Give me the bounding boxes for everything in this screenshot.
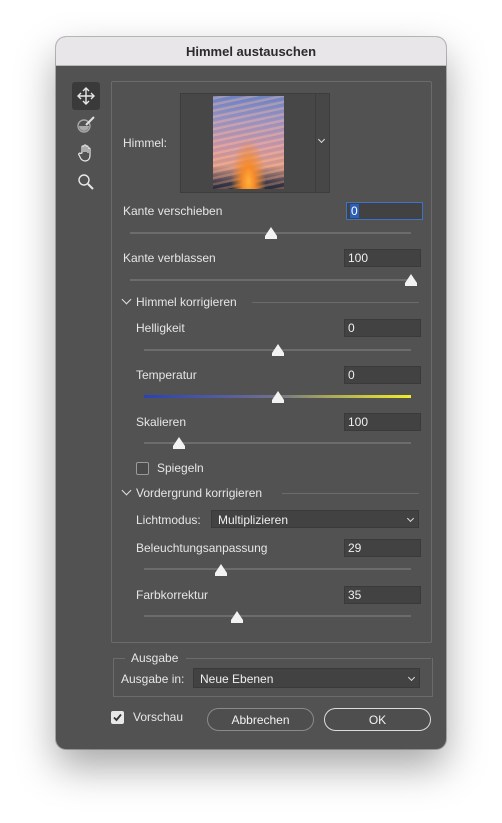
color-adjust-label: Farbkorrektur <box>136 588 209 602</box>
sky-preset-picker[interactable] <box>180 93 330 193</box>
edge-shift-field[interactable]: 0 <box>346 202 423 220</box>
brightness-slider-thumb[interactable] <box>271 344 284 356</box>
dialog-title: Himmel austauschen <box>185 44 317 59</box>
section-divider <box>282 493 419 494</box>
hand-icon <box>78 144 91 162</box>
foreground-adjust-header-label: Vordergrund korrigieren <box>136 486 263 500</box>
edge-fade-slider-track[interactable] <box>130 279 411 281</box>
edge-shift-slider-thumb[interactable] <box>264 227 277 239</box>
chevron-down-icon <box>317 135 326 144</box>
sky-brush-tool-button[interactable] <box>72 111 100 139</box>
edge-fade-label: Kante verblassen <box>123 251 216 265</box>
hand-tool-button[interactable] <box>72 139 100 167</box>
chevron-down-icon <box>406 514 415 523</box>
output-select[interactable]: Neue Ebenen <box>193 668 420 688</box>
chevron-down-icon <box>121 294 132 305</box>
chevron-down-icon <box>121 485 132 496</box>
sky-thumbnail <box>213 96 284 189</box>
move-tool-button[interactable] <box>72 82 100 110</box>
temperature-field[interactable]: 0 <box>344 366 421 384</box>
output-group-label: Ausgabe <box>131 651 179 665</box>
lighting-adjust-label: Beleuchtungsanpassung <box>136 541 268 555</box>
move-icon <box>77 87 95 105</box>
sky-label: Himmel: <box>123 136 167 150</box>
sky-adjust-header-label: Himmel korrigieren <box>136 295 237 309</box>
edge-shift-label: Kante verschieben <box>123 204 223 218</box>
checkmark-icon <box>113 713 122 722</box>
brightness-field[interactable]: 0 <box>344 319 421 337</box>
flip-checkbox[interactable] <box>136 462 149 475</box>
preview-checkbox[interactable] <box>111 711 124 724</box>
color-adjust-slider-thumb[interactable] <box>231 611 244 623</box>
lighting-adjust-slider-thumb[interactable] <box>215 564 228 576</box>
sky-dropdown-toggle[interactable] <box>315 94 329 192</box>
section-divider <box>252 302 419 303</box>
foreground-adjust-header[interactable]: Vordergrund korrigieren <box>121 485 263 500</box>
titlebar: Himmel austauschen <box>56 37 446 66</box>
lighting-mode-value: Multiplizieren <box>218 513 289 527</box>
sky-replacement-dialog: Himmel austauschen Himmel: Kante verschi… <box>56 37 446 749</box>
lighting-adjust-slider-track[interactable] <box>144 568 411 570</box>
edge-fade-slider-thumb[interactable] <box>405 274 417 286</box>
brush-icon <box>77 116 95 133</box>
sky-adjust-header[interactable]: Himmel korrigieren <box>121 294 237 309</box>
temperature-label: Temperatur <box>136 368 197 382</box>
zoom-icon <box>78 174 94 190</box>
lighting-adjust-field[interactable]: 29 <box>344 539 421 557</box>
flip-label: Spiegeln <box>157 461 204 475</box>
edge-shift-value: 0 <box>350 204 359 218</box>
ok-button[interactable]: OK <box>324 708 431 731</box>
scale-slider-thumb[interactable] <box>172 437 185 449</box>
output-label: Ausgabe in: <box>121 672 185 686</box>
lighting-mode-select[interactable]: Multiplizieren <box>211 510 419 528</box>
scale-field[interactable]: 100 <box>344 413 421 431</box>
color-adjust-field[interactable]: 35 <box>344 586 421 604</box>
brightness-label: Helligkeit <box>136 321 185 335</box>
cancel-button[interactable]: Abbrechen <box>207 708 314 731</box>
zoom-tool-button[interactable] <box>72 168 100 196</box>
edge-fade-field[interactable]: 100 <box>344 249 421 267</box>
temperature-slider-thumb[interactable] <box>271 391 284 403</box>
lighting-mode-label: Lichtmodus: <box>136 513 201 527</box>
scale-label: Skalieren <box>136 415 187 429</box>
chevron-down-icon <box>407 673 416 682</box>
color-adjust-slider-track[interactable] <box>144 615 411 617</box>
output-value: Neue Ebenen <box>200 672 274 686</box>
preview-label: Vorschau <box>133 710 184 724</box>
